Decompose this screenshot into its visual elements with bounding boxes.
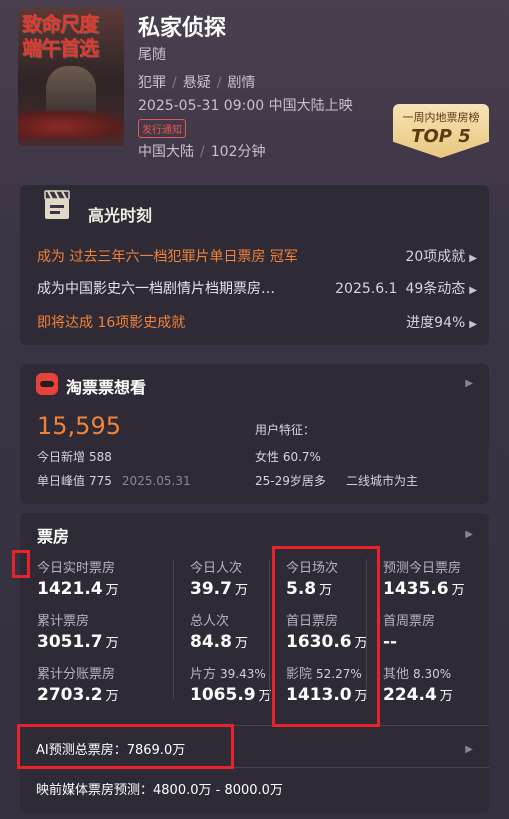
highlight-text: 即将达成 16项影史成就: [37, 315, 186, 331]
column-divider: [173, 559, 174, 699]
chevron-right-icon[interactable]: ▶: [465, 744, 473, 755]
movie-meta: 中国大陆/102分钟: [138, 144, 266, 160]
badge-rank: TOP 5: [411, 126, 471, 147]
genre-item: 剧情: [227, 75, 256, 91]
cell-value: 84.8 万: [190, 632, 248, 652]
cell-value: --: [383, 632, 398, 652]
boxoffice-title: 票房: [37, 527, 70, 546]
column-divider: [269, 559, 270, 699]
cell-label: 今日实时票房: [37, 561, 116, 576]
chevron-right-icon: ▶: [469, 285, 477, 296]
cell-label: 其他 8.30%: [383, 667, 452, 682]
user-feature-label: 用户特征：: [255, 423, 316, 437]
duration: 102分钟: [210, 144, 266, 160]
cell-label: 片方 39.43%: [190, 667, 266, 682]
annotation-box: [12, 550, 30, 578]
cell-label: 累计票房: [37, 614, 90, 629]
peak: 单日峰值 775 2025.05.31: [37, 474, 191, 488]
region: 中国大陆: [138, 144, 194, 160]
annotation-box: [272, 546, 380, 727]
highlights-title: 高光时刻: [88, 206, 153, 225]
chevron-right-icon: ▶: [469, 319, 477, 330]
highlight-count: 进度94% ▶: [406, 315, 477, 331]
boxoffice-card: 票房 ▶ 今日实时票房 1421.4 万 今日人次 39.7 万 今日场次 5.8 万…: [12, 513, 489, 813]
cell-label: 总人次: [190, 614, 230, 629]
highlight-row[interactable]: 成为中国影史六一档剧情片档期票房… 2025.6.1 49条动态 ▶: [37, 278, 477, 300]
poster-text: 致命尺度 端午首选: [22, 12, 99, 60]
cell-value: 39.7 万: [190, 579, 248, 599]
movie-poster[interactable]: 致命尺度 端午首选: [18, 8, 124, 146]
highlight-date: 2025.6.1: [335, 281, 398, 297]
release-info: 2025-05-31 09:00 中国大陆上映: [138, 98, 353, 114]
genre-item: 犯罪: [138, 75, 166, 91]
taopiao-title: 淘票票想看: [66, 378, 147, 397]
poster-art: [18, 110, 124, 138]
cell-value: 224.4 万: [383, 685, 453, 705]
movie-title: 私家侦探: [138, 16, 227, 41]
highlight-text: 成为 过去三年六一档犯罪片单日票房 冠军: [37, 249, 298, 265]
highlight-count: 20项成就 ▶: [405, 249, 477, 265]
chevron-right-icon: ▶: [469, 253, 477, 264]
movie-subtitle: 尾随: [138, 47, 166, 63]
user-age: 25-29岁居多: [255, 474, 326, 488]
today-new: 今日新增 588: [37, 450, 112, 464]
annotation-box: [17, 724, 234, 769]
highlight-text: 成为中国影史六一档剧情片档期票房…: [37, 281, 275, 297]
cell-value: 3051.7 万: [37, 632, 119, 652]
user-female: 女性 60.7%: [255, 450, 321, 464]
release-notice-tag[interactable]: 发行通知: [138, 119, 186, 138]
genre-item: 悬疑: [182, 75, 211, 91]
highlights-card: 高光时刻 成为 过去三年六一档犯罪片单日票房 冠军 20项成就 ▶ 成为中国影史六…: [20, 185, 489, 345]
pre-release-prediction: 映前媒体票房预测：4800.0万 - 8000.0万: [36, 783, 283, 798]
cell-label: 首周票房: [383, 614, 436, 629]
cell-label: 今日人次: [190, 561, 243, 576]
clapperboard-icon: [44, 190, 70, 219]
highlight-row[interactable]: 即将达成 16项影史成就 进度94% ▶: [37, 312, 477, 334]
chevron-right-icon[interactable]: ▶: [465, 378, 473, 389]
user-city: 二线城市为主: [346, 474, 419, 488]
cell-label: 累计分账票房: [37, 667, 116, 682]
highlight-count: 2025.6.1 49条动态 ▶: [335, 281, 477, 297]
badge-caption: 一周内地票房榜: [402, 111, 480, 124]
chevron-right-icon[interactable]: ▶: [465, 529, 473, 540]
genre-list: 犯罪 / 悬疑 / 剧情: [138, 75, 256, 91]
cell-value: 1065.9 万: [190, 685, 272, 705]
taopiao-logo-icon: [36, 373, 58, 395]
cell-label: 预测今日票房: [383, 561, 462, 576]
highlight-row[interactable]: 成为 过去三年六一档犯罪片单日票房 冠军 20项成就 ▶: [37, 246, 477, 268]
cell-value: 2703.2 万: [37, 685, 119, 705]
want-count: 15,595: [37, 412, 121, 440]
taopiao-card[interactable]: 淘票票想看 ▶ 15,595 今日新增 588 单日峰值 775 2025.05.31…: [20, 364, 489, 504]
cell-value: 1421.4 万: [37, 579, 119, 599]
cell-value: 1435.6 万: [383, 579, 465, 599]
